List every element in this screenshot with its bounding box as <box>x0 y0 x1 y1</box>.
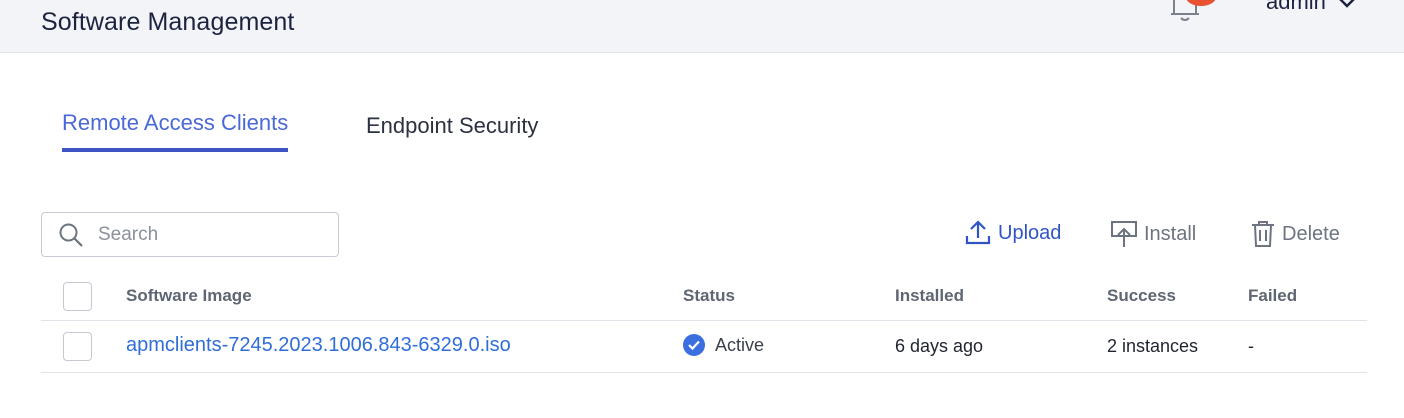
software-table: Software Image Status Installed Success … <box>41 272 1367 373</box>
upload-label: Upload <box>998 221 1062 244</box>
table-row: apmclients-7245.2023.1006.843-6329.0.iso… <box>41 321 1367 373</box>
install-label: Install <box>1144 222 1197 245</box>
status-cell: Active <box>683 334 764 356</box>
software-image-link[interactable]: apmclients-7245.2023.1006.843-6329.0.iso <box>126 334 511 357</box>
delete-label: Delete <box>1282 222 1340 245</box>
user-name: admin <box>1266 0 1326 14</box>
installed-cell: 6 days ago <box>895 336 984 356</box>
select-all-checkbox[interactable] <box>63 282 92 311</box>
chevron-down-icon <box>1339 0 1355 8</box>
upload-icon <box>965 220 991 245</box>
top-bar: Software Management admin <box>0 0 1404 53</box>
search-input[interactable] <box>98 223 298 246</box>
failed-cell: - <box>1248 336 1254 356</box>
search-icon <box>59 223 83 247</box>
status-text: Active <box>715 334 765 355</box>
column-header-installed[interactable]: Installed <box>895 286 964 306</box>
tab-endpoint-security[interactable]: Endpoint Security <box>366 113 538 139</box>
column-header-failed[interactable]: Failed <box>1248 286 1297 306</box>
trash-icon <box>1252 221 1274 247</box>
upload-button[interactable]: Upload <box>964 220 1061 246</box>
table-header: Software Image Status Installed Success … <box>41 272 1367 321</box>
column-header-status[interactable]: Status <box>683 286 735 306</box>
check-circle-icon <box>683 334 705 356</box>
search-box[interactable] <box>41 212 339 257</box>
row-checkbox[interactable] <box>63 332 92 361</box>
tab-remote-access-clients[interactable]: Remote Access Clients <box>62 110 289 152</box>
install-icon <box>1111 221 1137 247</box>
column-header-success[interactable]: Success <box>1107 286 1176 306</box>
success-cell: 2 instances <box>1107 336 1199 356</box>
column-header-software-image[interactable]: Software Image <box>126 286 252 306</box>
user-menu[interactable]: admin <box>1266 0 1358 16</box>
delete-button[interactable]: Delete <box>1250 220 1340 248</box>
install-button[interactable]: Install <box>1110 220 1196 248</box>
page-title: Software Management <box>41 8 295 36</box>
